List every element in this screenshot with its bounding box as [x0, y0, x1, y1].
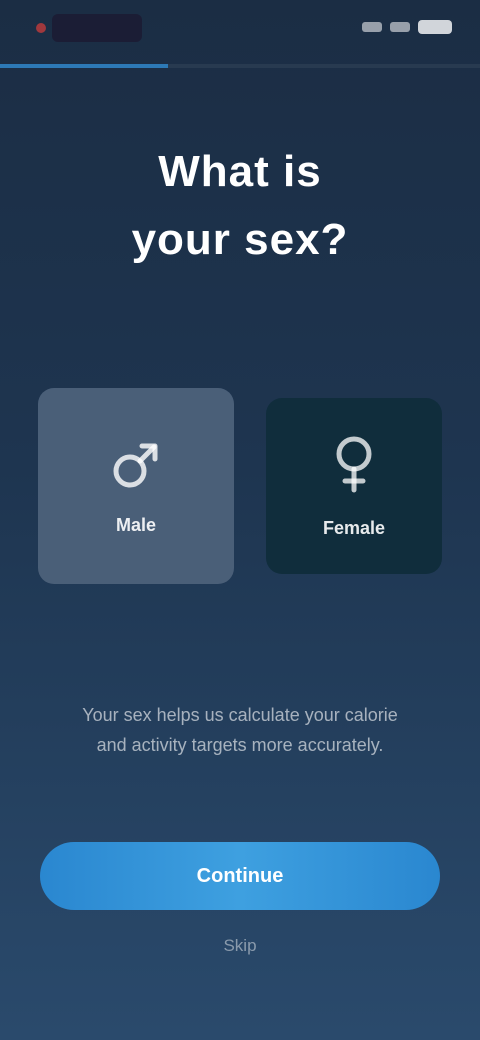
option-female-label: Female [322, 517, 386, 538]
title-line-2: your sex? [131, 215, 349, 264]
onboarding-progress-bar [0, 64, 480, 68]
title-line-1: What is [158, 147, 322, 196]
description-text: Your sex helps us calculate your calorie… [82, 705, 398, 755]
status-time-block [52, 14, 142, 42]
page-title: What is your sex? [60, 138, 420, 274]
sex-options: Male Female [38, 388, 442, 584]
option-female-card[interactable]: Female [266, 398, 442, 574]
status-left [36, 14, 142, 42]
status-right [362, 20, 452, 34]
battery-icon [418, 20, 452, 34]
option-male-card[interactable]: Male [38, 388, 234, 584]
progress-fill [0, 64, 168, 68]
wifi-icon [390, 22, 410, 32]
female-symbol-icon [330, 434, 378, 496]
continue-button[interactable]: Continue [40, 842, 440, 910]
recording-indicator-icon [36, 23, 46, 33]
skip-link[interactable]: Skip [0, 936, 480, 956]
option-male-label: Male [115, 514, 157, 535]
male-symbol-icon [108, 437, 164, 493]
signal-icon [362, 22, 382, 32]
status-bar [0, 0, 480, 56]
